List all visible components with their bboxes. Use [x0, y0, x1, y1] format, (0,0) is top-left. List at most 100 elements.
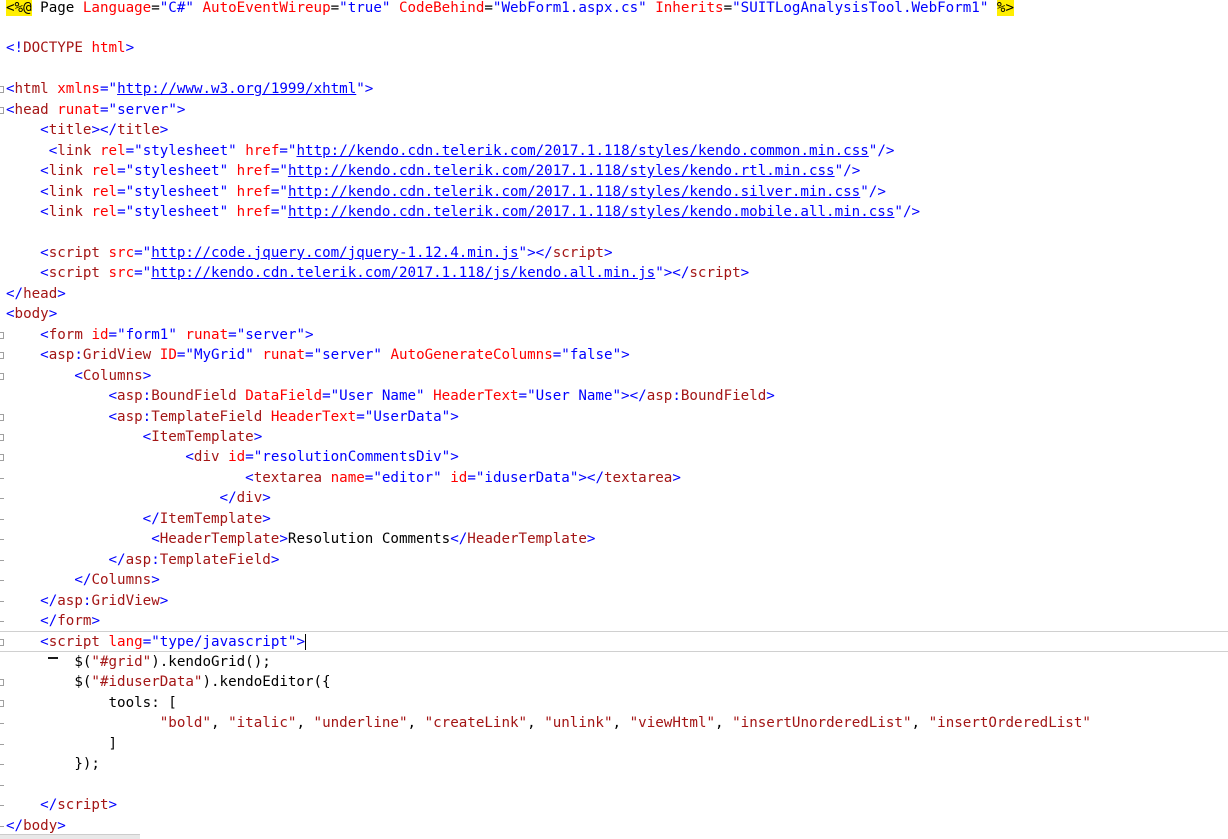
code-line[interactable]: <link rel="stylesheet" href="http://kend…	[0, 202, 1228, 222]
code-token[interactable]: http://code.jquery.com/jquery-1.12.4.min…	[151, 245, 518, 261]
code-token[interactable]: http://www.w3.org/1999/xhtml	[117, 81, 356, 97]
code-token: stylesheet	[134, 204, 220, 220]
code-text: </div>	[6, 488, 271, 508]
code-line[interactable]: <!DOCTYPE html>	[0, 38, 1228, 58]
code-text: <script src="http://kendo.cdn.telerik.co…	[6, 263, 749, 283]
code-text: <textarea name="editor" id="iduserData">…	[6, 468, 681, 488]
code-line[interactable]: <link rel="stylesheet" href="http://kend…	[0, 141, 1228, 161]
code-token: <%@	[6, 0, 32, 16]
code-line[interactable]: <%@ Page Language="C#" AutoEventWireup="…	[0, 0, 1228, 18]
code-token[interactable]: http://kendo.cdn.telerik.com/2017.1.118/…	[288, 184, 860, 200]
code-token: ="	[305, 347, 323, 364]
code-token: </	[450, 531, 468, 548]
code-line[interactable]: tools: [	[0, 693, 1228, 713]
code-token[interactable]: http://kendo.cdn.telerik.com/2017.1.118/…	[288, 163, 835, 179]
code-line[interactable]: </script>	[0, 795, 1228, 815]
code-line[interactable]: </ItemTemplate>	[0, 509, 1228, 529]
code-line[interactable]: </div>	[0, 488, 1228, 508]
fold-marker-icon[interactable]	[0, 372, 4, 380]
fold-marker-icon[interactable]	[0, 639, 4, 647]
fold-marker-icon[interactable]	[0, 433, 4, 441]
code-token: rel	[91, 204, 118, 220]
code-line[interactable]: <ItemTemplate>	[0, 427, 1228, 447]
code-line[interactable]: ]	[0, 734, 1228, 754]
code-token[interactable]: http://kendo.cdn.telerik.com/2017.1.118/…	[296, 143, 868, 159]
code-token: href	[236, 204, 271, 220]
code-line[interactable]: });	[0, 754, 1228, 774]
code-line[interactable]: <asp:BoundField DataField="User Name" He…	[0, 386, 1228, 406]
fold-marker-icon[interactable]	[0, 413, 4, 421]
code-line[interactable]: <textarea name="editor" id="iduserData">…	[0, 468, 1228, 488]
code-line[interactable]: <form id="form1" runat="server">	[0, 325, 1228, 345]
code-token: false	[569, 347, 613, 364]
code-text: <title></title>	[6, 120, 168, 140]
outline-tick-icon	[0, 805, 4, 807]
code-line[interactable]: <html xmlns="http://www.w3.org/1999/xhtm…	[0, 79, 1228, 99]
fold-marker-icon[interactable]	[0, 352, 4, 360]
code-line[interactable]	[0, 18, 1228, 38]
code-line[interactable]: </Columns>	[0, 570, 1228, 590]
fold-marker-icon[interactable]	[0, 454, 4, 462]
horizontal-scrollbar[interactable]	[0, 834, 140, 839]
code-line[interactable]: <HeaderTemplate>Resolution Comments</Hea…	[0, 529, 1228, 549]
code-text: </Columns>	[6, 570, 159, 590]
code-text: <ItemTemplate>	[6, 427, 263, 447]
code-line[interactable]: <div id="resolutionCommentsDiv">	[0, 447, 1228, 467]
code-text: <asp:TemplateField HeaderText="UserData"…	[6, 407, 459, 427]
code-line[interactable]	[0, 59, 1228, 79]
code-token: html	[91, 40, 126, 57]
fold-marker-icon[interactable]	[0, 86, 4, 94]
code-token: >	[159, 592, 169, 609]
code-token: "/>	[894, 204, 921, 220]
code-token: xmlns	[57, 81, 100, 98]
code-line[interactable]: <link rel="stylesheet" href="http://kend…	[0, 182, 1228, 202]
code-token: asp	[646, 388, 673, 405]
code-token[interactable]: http://kendo.cdn.telerik.com/2017.1.118/…	[151, 265, 655, 281]
code-editor[interactable]: <%@ Page Language="C#" AutoEventWireup="…	[0, 0, 1228, 839]
fold-marker-icon[interactable]	[0, 679, 4, 687]
code-token: ="	[364, 469, 382, 486]
code-line[interactable]: <title></title>	[0, 120, 1228, 140]
code-token: BoundField	[151, 388, 237, 405]
code-token: :	[672, 388, 681, 405]
code-token: asp	[125, 551, 152, 568]
code-token: <	[185, 449, 194, 466]
code-line[interactable]: <script src="http://code.jquery.com/jque…	[0, 243, 1228, 263]
code-line[interactable]	[0, 775, 1228, 795]
code-token: $(	[6, 674, 92, 691]
code-token: </	[74, 572, 92, 589]
code-token[interactable]: http://kendo.cdn.telerik.com/2017.1.118/…	[288, 204, 894, 220]
code-line[interactable]: <script lang="type/javascript">	[0, 631, 1228, 652]
code-line[interactable]: <head runat="server">	[0, 100, 1228, 120]
code-line[interactable]: <asp:GridView ID="MyGrid" runat="server"…	[0, 345, 1228, 365]
code-line[interactable]: <Columns>	[0, 366, 1228, 386]
code-line[interactable]: "bold", "italic", "underline", "createLi…	[0, 713, 1228, 733]
code-line[interactable]: <link rel="stylesheet" href="http://kend…	[0, 161, 1228, 181]
code-line[interactable]: <script src="http://kendo.cdn.telerik.co…	[0, 263, 1228, 283]
code-line[interactable]: <body>	[0, 304, 1228, 324]
fold-marker-icon[interactable]	[0, 331, 4, 339]
fold-marker-icon[interactable]	[0, 699, 4, 707]
code-token: asp	[117, 408, 143, 425]
code-text: </head>	[6, 284, 66, 304]
code-line[interactable]: </asp:GridView>	[0, 591, 1228, 611]
code-token: src	[108, 244, 135, 261]
code-line[interactable]: </form>	[0, 611, 1228, 631]
code-token: script	[48, 634, 100, 651]
code-line[interactable]: </head>	[0, 284, 1228, 304]
code-line[interactable]: $("#grid").kendoGrid();	[0, 652, 1228, 672]
code-line[interactable]: $("#iduserData").kendoEditor({	[0, 672, 1228, 692]
code-line[interactable]: </asp:TemplateField>	[0, 550, 1228, 570]
outline-tick-icon	[0, 498, 4, 500]
code-text: <form id="form1" runat="server">	[6, 325, 313, 345]
code-line[interactable]: </body>	[0, 816, 1228, 836]
fold-marker-icon[interactable]	[0, 106, 4, 114]
code-line[interactable]: <asp:TemplateField HeaderText="UserData"…	[0, 407, 1228, 427]
code-line[interactable]	[0, 222, 1228, 242]
